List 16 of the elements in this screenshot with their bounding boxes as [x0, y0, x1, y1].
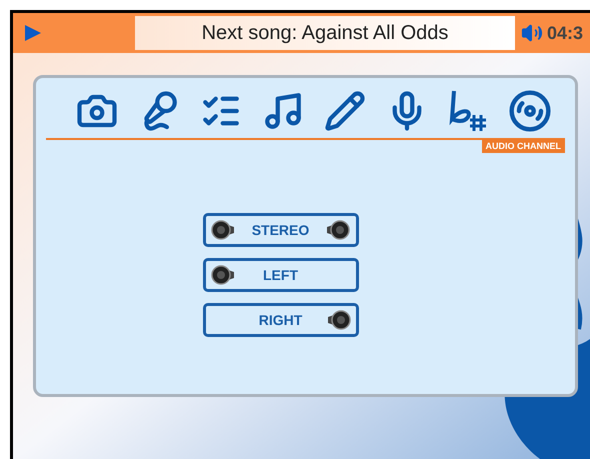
channel-button[interactable]: STEREO: [202, 213, 358, 247]
disc-icon[interactable]: [508, 89, 552, 133]
play-icon[interactable]: [23, 23, 43, 43]
pencil-icon[interactable]: [324, 90, 366, 132]
speaker-icon: [210, 264, 236, 286]
flat-sharp-icon[interactable]: [448, 89, 488, 133]
music-note-icon[interactable]: [262, 90, 304, 132]
channel-button[interactable]: RIGHT: [202, 303, 358, 337]
speaker-icon: [210, 219, 236, 241]
section-label: AUDIO CHANNEL: [482, 140, 565, 153]
channel-button[interactable]: LEFT: [202, 258, 358, 292]
speaker-icon: [325, 219, 352, 241]
next-song-banner: Next song: Against All Odds: [135, 16, 515, 50]
time-display: 04:3: [547, 22, 584, 44]
speaker-icon: [326, 309, 352, 331]
volume-icon[interactable]: [521, 22, 543, 44]
